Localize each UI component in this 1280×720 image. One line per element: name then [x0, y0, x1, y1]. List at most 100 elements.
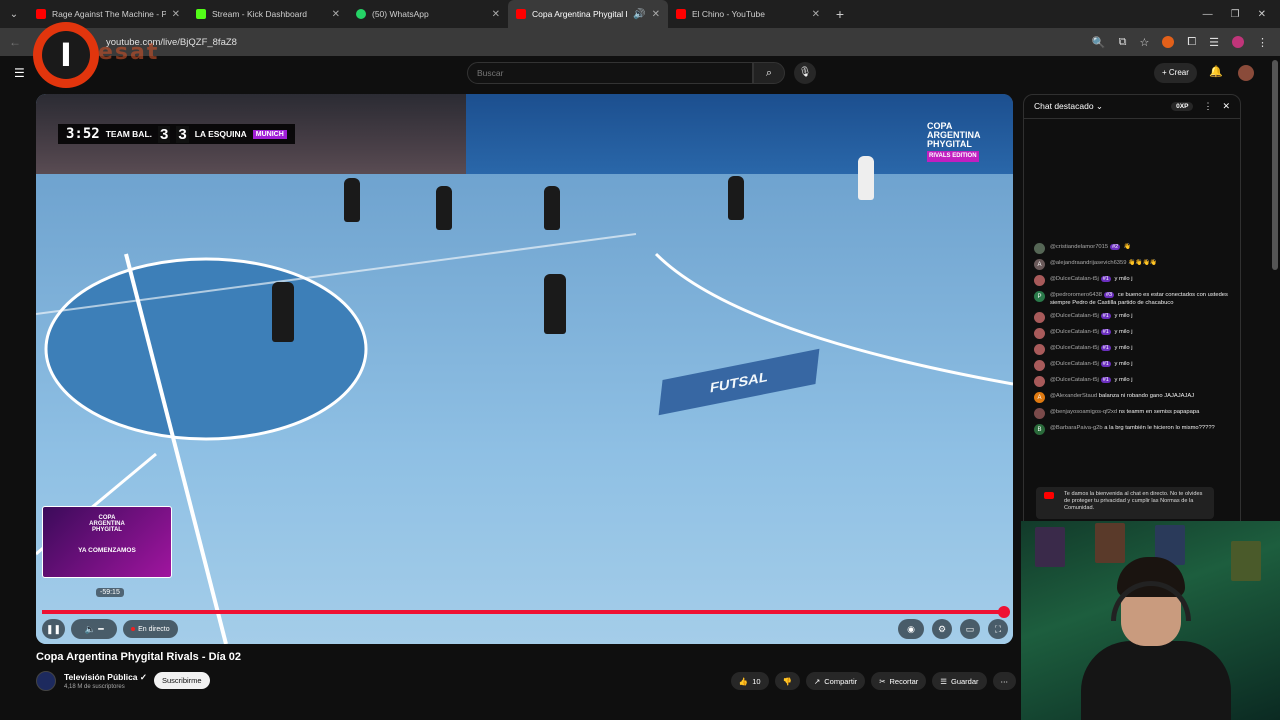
- chat-user-avatar[interactable]: [1034, 360, 1045, 371]
- chat-user-avatar[interactable]: [1034, 312, 1045, 323]
- close-window-icon[interactable]: ✕: [1258, 9, 1266, 20]
- chat-message-body: @DulceCatalan-t5j #1 y milo j: [1050, 376, 1133, 384]
- youtube-logo-icon: [1044, 492, 1054, 499]
- chat-message: A @AlexanderStaud balanza ni robando gano…: [1034, 392, 1232, 403]
- player-figure: [544, 274, 566, 334]
- chat-user-avatar[interactable]: [1034, 243, 1045, 254]
- clip-button[interactable]: ✂ Recortar: [871, 672, 927, 690]
- more-actions-icon[interactable]: ⋯: [992, 672, 1016, 690]
- chat-user-avatar[interactable]: [1034, 275, 1045, 286]
- chat-username[interactable]: @benjayosoamigos-qf2xd: [1050, 409, 1117, 415]
- address-bar-icons: 🔍 ⧉ ☆ ⧠ ☰ ⋮: [1092, 36, 1280, 49]
- logo-letter: I: [42, 31, 90, 79]
- chat-user-avatar[interactable]: [1034, 408, 1045, 419]
- chat-user-avatar[interactable]: [1034, 376, 1045, 387]
- browser-tab-active[interactable]: Copa Argentina Phygital Ri 🔊 ✕: [508, 0, 668, 28]
- search-input[interactable]: Buscar: [467, 62, 753, 84]
- reading-list-icon[interactable]: ☰: [1209, 36, 1219, 49]
- pause-icon[interactable]: ❚❚: [42, 619, 66, 639]
- tab-close-icon[interactable]: ✕: [492, 9, 500, 20]
- back-arrow-icon[interactable]: ←: [0, 35, 30, 49]
- chat-username[interactable]: @alejandraandrijasevich6359: [1050, 260, 1126, 266]
- chat-user-avatar[interactable]: A: [1034, 392, 1045, 403]
- tab-close-icon[interactable]: ✕: [332, 9, 340, 20]
- install-app-icon[interactable]: ⧉: [1119, 36, 1127, 49]
- tab-title: Stream - Kick Dashboard: [212, 9, 307, 19]
- profile-avatar-icon[interactable]: [1232, 36, 1244, 48]
- tab-close-icon[interactable]: ✕: [812, 9, 820, 20]
- tab-search-chevron-icon[interactable]: ⌄: [0, 0, 28, 28]
- notifications-bell-icon[interactable]: 🔔: [1209, 65, 1223, 78]
- kick-favicon-icon: [196, 9, 206, 19]
- browser-tab[interactable]: Stream - Kick Dashboard ✕: [188, 0, 348, 28]
- theater-mode-icon[interactable]: ▭: [960, 619, 980, 639]
- new-tab-plus-icon[interactable]: +: [828, 6, 852, 22]
- chat-username[interactable]: @DulceCatalan-t5j: [1050, 345, 1099, 351]
- member-rank-badge: #1: [1100, 345, 1111, 351]
- chat-mode-dropdown[interactable]: Chat destacado ⌄: [1034, 101, 1103, 112]
- browser-menu-icon[interactable]: ⋮: [1257, 36, 1268, 49]
- search-icon[interactable]: ⌕: [753, 62, 785, 84]
- chat-user-avatar[interactable]: P: [1034, 291, 1045, 302]
- chat-close-icon[interactable]: ✕: [1222, 101, 1230, 112]
- dislike-button[interactable]: 👎: [774, 672, 800, 690]
- extensions-puzzle-icon[interactable]: ⧠: [1187, 36, 1196, 49]
- chat-username[interactable]: @cristiandelamor7015: [1050, 244, 1108, 250]
- chat-message-body: @BarbaraPaiva-g2b a la brg también le hi…: [1050, 424, 1215, 432]
- restore-icon[interactable]: ❐: [1231, 9, 1240, 20]
- tab-close-icon[interactable]: ✕: [172, 9, 180, 20]
- chat-username[interactable]: @DulceCatalan-t5j: [1050, 313, 1099, 319]
- chat-header: Chat destacado ⌄ 0XP ⋮ ✕: [1024, 95, 1240, 119]
- progress-bar[interactable]: [42, 610, 1008, 614]
- chat-message-body: @DulceCatalan-t5j #1 y milo j: [1050, 275, 1133, 283]
- tab-close-icon[interactable]: ✕: [652, 9, 660, 20]
- preview-line: PHYGITAL: [92, 527, 122, 533]
- channel-avatar[interactable]: [36, 671, 56, 691]
- microphone-icon[interactable]: 🎙: [794, 62, 816, 84]
- extension-icon[interactable]: [1162, 36, 1175, 48]
- chat-username[interactable]: @DulceCatalan-t5j: [1050, 377, 1099, 383]
- chat-text: y milo j: [1114, 345, 1133, 351]
- volume-icon[interactable]: 🔈 ━: [71, 619, 118, 639]
- menu-hamburger-icon[interactable]: ☰: [14, 66, 25, 80]
- browser-tab[interactable]: (50) WhatsApp ✕: [348, 0, 508, 28]
- chat-username[interactable]: @DulceCatalan-t5j: [1050, 361, 1099, 367]
- chat-username[interactable]: @AlexanderStaud: [1050, 393, 1097, 399]
- bookmark-star-icon[interactable]: ☆: [1139, 36, 1149, 49]
- chat-user-avatar[interactable]: B: [1034, 424, 1045, 435]
- settings-gear-icon[interactable]: ⚙: [932, 619, 952, 639]
- page-scrollbar[interactable]: [1272, 60, 1278, 270]
- zoom-icon[interactable]: 🔍: [1092, 36, 1106, 49]
- tab-title: Copa Argentina Phygital Ri: [532, 9, 628, 19]
- chat-message: @DulceCatalan-t5j #1 y milo j: [1034, 376, 1232, 387]
- create-button[interactable]: + Crear: [1154, 63, 1197, 83]
- chat-username[interactable]: @DulceCatalan-t5j: [1050, 329, 1099, 335]
- live-indicator[interactable]: En directo: [123, 620, 178, 638]
- save-button[interactable]: ☰ Guardar: [932, 672, 987, 690]
- webcam-overlay: [1021, 521, 1280, 720]
- account-avatar[interactable]: [1238, 65, 1254, 81]
- chat-message-body: @DulceCatalan-t5j #1 y milo j: [1050, 312, 1133, 320]
- minimize-icon[interactable]: —: [1203, 9, 1213, 20]
- chat-user-avatar[interactable]: [1034, 328, 1045, 339]
- video-player[interactable]: FUTSAL 3:52 TEAM BAL. 3 3 LA ESQUINA MUN…: [36, 94, 1013, 644]
- fullscreen-icon[interactable]: ⛶: [988, 619, 1008, 639]
- tab-audio-icon[interactable]: 🔊: [633, 9, 645, 20]
- chat-user-avatar[interactable]: A: [1034, 259, 1045, 270]
- chat-username[interactable]: @DulceCatalan-t5j: [1050, 276, 1099, 282]
- xp-badge[interactable]: 0XP: [1171, 102, 1194, 111]
- progress-scrubber[interactable]: [998, 606, 1010, 618]
- subscribe-button[interactable]: Suscribirme: [154, 672, 210, 689]
- share-button[interactable]: ↗ Compartir: [805, 672, 866, 690]
- channel-name[interactable]: Televisión Pública ✓: [64, 672, 147, 683]
- wall-poster: [1035, 527, 1065, 567]
- chat-user-avatar[interactable]: [1034, 344, 1045, 355]
- chat-message: @DulceCatalan-t5j #1 y milo j: [1034, 360, 1232, 371]
- chat-username[interactable]: @BarbaraPaiva-g2b: [1050, 425, 1103, 431]
- browser-tab[interactable]: El Chino - YouTube ✕: [668, 0, 828, 28]
- like-button[interactable]: 👍 10: [730, 672, 769, 690]
- chat-menu-icon[interactable]: ⋮: [1203, 101, 1212, 112]
- chat-username[interactable]: @pedroromero6438: [1050, 292, 1102, 298]
- autoplay-toggle[interactable]: ◉: [898, 619, 924, 639]
- live-dot: [131, 627, 136, 631]
